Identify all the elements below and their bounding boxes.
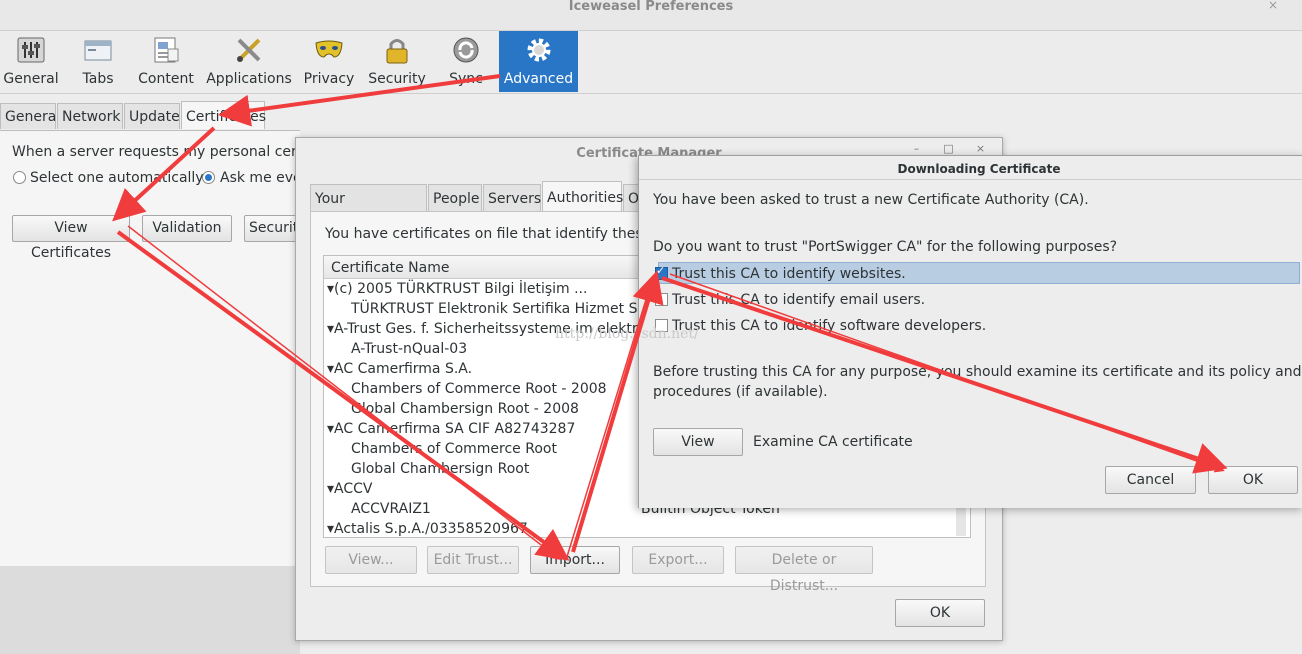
advice-text-line2: procedures (if available). [653,384,828,400]
preferences-toolbar: General Tabs Content Applications Privac… [0,31,1302,94]
tab-your-certificates[interactable]: Your Certificates [310,184,427,235]
trust-intro-text: You have been asked to trust a new Certi… [653,192,1089,208]
certificate-name-cell: Chambers of Commerce Root [351,441,557,457]
tab-general[interactable]: General [0,103,60,129]
sliders-icon [17,37,45,63]
examine-ca-label: Examine CA certificate [753,434,913,450]
cancel-button[interactable]: Cancel [1105,466,1196,494]
tab-certificates[interactable]: Certificates [181,101,266,129]
tabs-icon [84,40,112,61]
certificate-name-cell: ACCVRAIZ1 [351,501,431,517]
trust-websites-label[interactable]: Trust this CA to identify websites. [672,264,906,284]
view-ca-button[interactable]: View [653,428,743,456]
certificate-name-cell: ▾AC Camerfirma S.A. [327,361,473,377]
toolbar-security[interactable]: Security [366,31,428,92]
radio-select-automatically-label[interactable]: Select one automatically [30,168,204,188]
certificate-name-cell: ▾Actalis S.p.A./03358520967 [327,521,528,537]
radio-ask-every-time[interactable] [202,171,215,184]
trust-question-text: Do you want to trust "PortSwigger CA" fo… [653,239,1118,255]
trust-email-checkbox[interactable] [655,293,668,306]
dialog-body: You have been asked to trust a new Certi… [639,179,1302,508]
dialog-title: Downloading Certificate [897,162,1061,176]
authorities-description: You have certificates on file that ident… [325,226,664,242]
toolbar-label: Content [138,71,194,87]
tab-update[interactable]: Update [124,103,180,129]
trust-websites-checkbox[interactable] [655,264,668,280]
certificate-name-cell: Global Chambersign Root [351,461,530,477]
toolbar-label: Advanced [503,71,574,87]
edit-trust-button[interactable]: Edit Trust... [427,546,519,574]
tab-authorities[interactable]: Authorities [542,181,623,211]
content-icon [154,37,179,63]
toolbar-sync[interactable]: Sync [436,31,496,92]
window-title: Iceweasel Preferences [568,0,734,14]
toolbar-label: General [3,71,59,87]
lock-icon [386,39,408,64]
toolbar-label: Security [368,71,426,87]
applications-icon [237,38,261,62]
import-button[interactable]: Import... [530,546,620,574]
column-header-label: Certificate Name [331,260,450,276]
delete-or-distrust-button[interactable]: Delete or Distrust... [735,546,873,594]
toolbar-tabs[interactable]: Tabs [70,31,126,92]
certificate-name-cell: Global Chambersign Root - 2008 [351,401,579,417]
gear-icon [527,38,550,62]
toolbar-applications[interactable]: Applications [206,31,292,92]
certificate-name-cell: Chambers of Commerce Root - 2008 [351,381,607,397]
toolbar-label: Applications [206,71,292,87]
export-button[interactable]: Export... [632,546,724,574]
server-request-label: When a server requests my personal certi… [12,144,323,160]
radio-ask-every-time-label[interactable]: Ask me eve [220,168,302,188]
view-cert-button[interactable]: View... [325,546,417,574]
mask-icon [315,40,343,58]
toolbar-general[interactable]: General [0,31,62,92]
tab-servers[interactable]: Servers [483,184,541,211]
preferences-titlebar: Iceweasel Preferences × [0,0,1302,31]
toolbar-advanced[interactable]: Advanced [499,31,578,92]
downloading-certificate-dialog: Downloading Certificate You have been as… [638,155,1302,508]
toolbar-label: Sync [449,71,483,87]
tab-network[interactable]: Network [57,103,123,129]
preferences-footer [0,566,300,654]
trust-email-label[interactable]: Trust this CA to identify email users. [672,290,925,310]
ok-button[interactable]: OK [1208,466,1298,494]
toolbar-privacy[interactable]: Privacy [300,31,358,92]
toolbar-label: Tabs [82,71,114,87]
toolbar-content[interactable]: Content [134,31,198,92]
validation-button[interactable]: Validation [142,215,232,242]
radio-select-automatically[interactable] [13,171,26,184]
close-icon[interactable]: × [1268,0,1284,12]
toolbar-label: Privacy [303,71,355,87]
watermark-text: http://blog.csdn.net/ [555,326,699,342]
sync-icon [453,37,479,63]
advice-text-line1: Before trusting this CA for any purpose,… [653,364,1302,380]
certificate-name-cell: TÜRKTRUST Elektronik Sertifika Hizmet S.… [351,301,651,317]
certificate-name-cell: A-Trust-nQual-03 [351,341,468,357]
certificate-name-cell: ▾ACCV [327,481,373,497]
view-certificates-button[interactable]: View Certificates [12,215,130,261]
certificate-name-cell: ▾(c) 2005 TÜRKTRUST Bilgi İletişim ... [327,281,588,297]
certificate-name-cell: ▾AC Camerfirma SA CIF A82743287 [327,421,576,437]
table-row[interactable]: ▾Actalis S.p.A./03358520967 [324,519,970,537]
certificates-pane: When a server requests my personal certi… [0,130,323,567]
trust-software-label[interactable]: Trust this CA to identify software devel… [672,316,986,336]
cert-manager-ok-button[interactable]: OK [895,599,985,627]
tab-people[interactable]: People [428,184,482,211]
